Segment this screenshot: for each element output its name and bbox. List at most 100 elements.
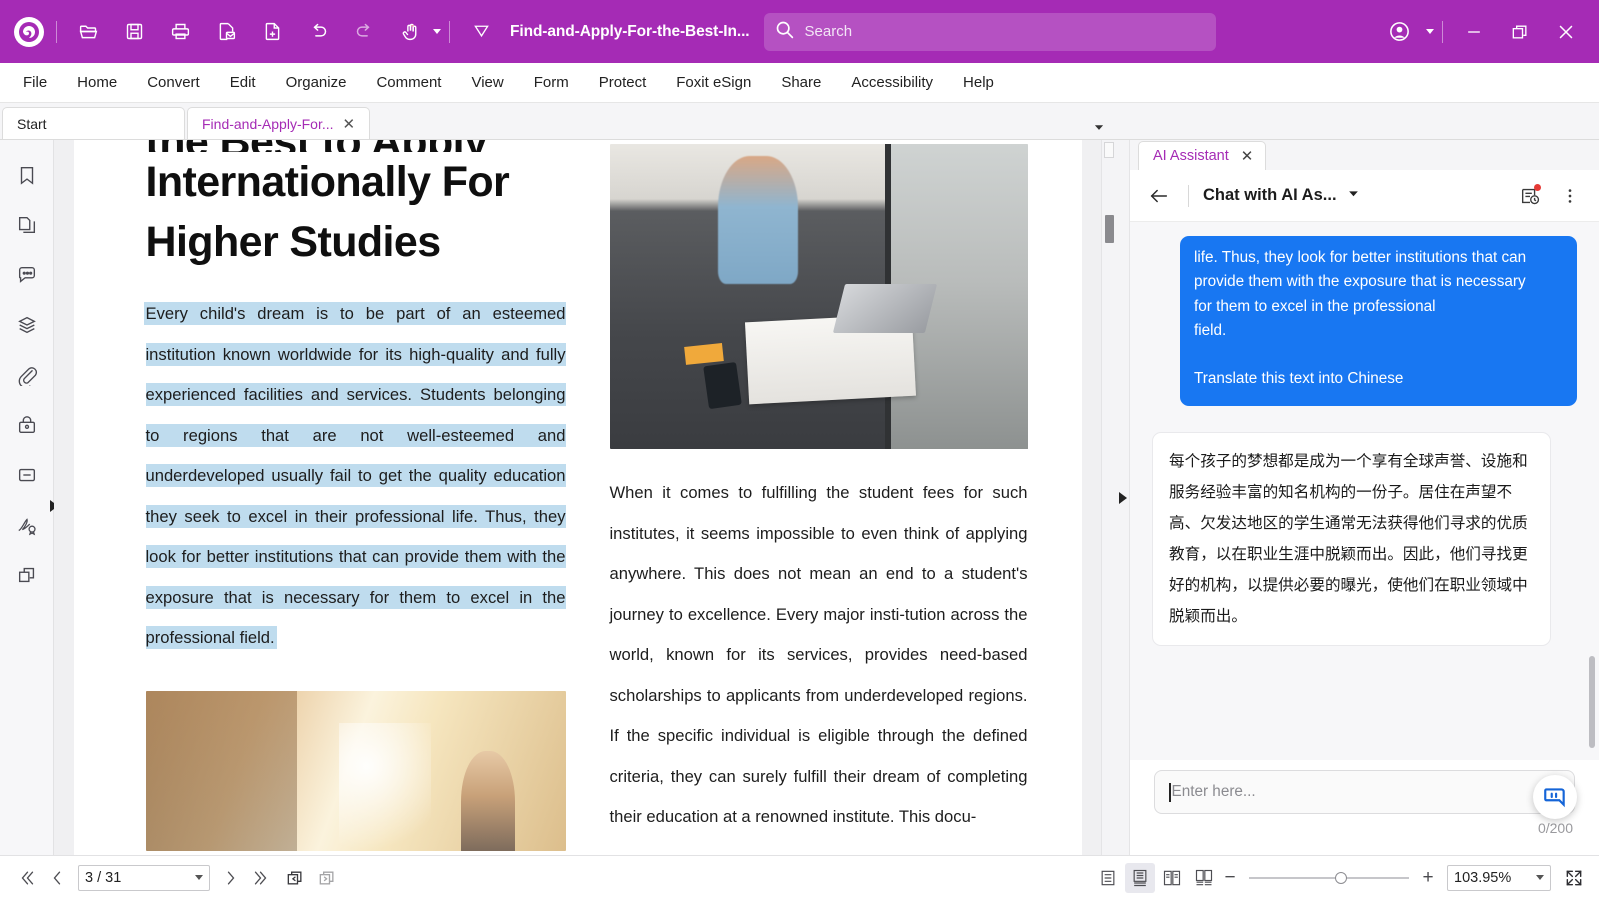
tab-document-close-icon[interactable]: ✕ bbox=[343, 117, 356, 132]
chat-bubble-icon[interactable] bbox=[1533, 775, 1577, 819]
chat-history-icon[interactable] bbox=[1515, 181, 1545, 211]
document-right-column: When it comes to fulfilling the student … bbox=[610, 140, 1028, 838]
tab-document[interactable]: Find-and-Apply-For... ✕ bbox=[187, 107, 370, 140]
document-selected-paragraph[interactable]: Every child's dream is to be part of an … bbox=[146, 294, 566, 659]
hand-tool-icon[interactable] bbox=[391, 13, 429, 51]
status-bar: 3 / 31 − bbox=[0, 855, 1599, 899]
new-document-icon[interactable] bbox=[253, 13, 291, 51]
two-page-view-icon[interactable] bbox=[1157, 863, 1187, 893]
tab-ai-assistant[interactable]: AI Assistant ✕ bbox=[1138, 141, 1266, 170]
two-page-continuous-view-icon[interactable] bbox=[1189, 863, 1219, 893]
bookmarks-icon[interactable] bbox=[10, 158, 44, 192]
menu-form[interactable]: Form bbox=[519, 68, 584, 97]
document-heading-line3: Higher Studies bbox=[146, 218, 441, 266]
menu-share[interactable]: Share bbox=[766, 68, 836, 97]
menu-bar: File Home Convert Edit Organize Comment … bbox=[0, 63, 1599, 103]
ai-panel-header: Chat with AI As... bbox=[1130, 170, 1599, 222]
undo-icon[interactable] bbox=[299, 13, 337, 51]
account-dropdown-caret[interactable] bbox=[1426, 29, 1434, 34]
page-dropdown-caret[interactable] bbox=[195, 875, 203, 880]
digital-signature-icon[interactable] bbox=[10, 508, 44, 542]
account-icon[interactable] bbox=[1380, 13, 1418, 51]
text-cursor bbox=[1169, 783, 1171, 802]
document-vertical-scrollbar[interactable] bbox=[1101, 140, 1116, 855]
next-page-icon[interactable] bbox=[216, 863, 246, 893]
quick-access-dropdown-icon[interactable] bbox=[462, 13, 500, 51]
window-controls bbox=[1376, 13, 1589, 51]
menu-help[interactable]: Help bbox=[948, 68, 1009, 97]
fullscreen-icon[interactable] bbox=[1559, 863, 1589, 893]
ai-message-input[interactable]: Enter here... bbox=[1154, 770, 1575, 814]
ai-chat-messages[interactable]: life. Thus, they look for better institu… bbox=[1130, 222, 1599, 760]
menu-home[interactable]: Home bbox=[62, 68, 132, 97]
scrollbar-thumb[interactable] bbox=[1105, 215, 1114, 243]
navigation-rail bbox=[0, 140, 54, 855]
status-bar-right-group: − + 103.95% bbox=[1093, 863, 1589, 893]
next-view-icon[interactable] bbox=[312, 863, 342, 893]
menu-foxit-esign[interactable]: Foxit eSign bbox=[661, 68, 766, 97]
history-notification-dot bbox=[1534, 184, 1541, 191]
search-input[interactable]: Search bbox=[764, 13, 1216, 51]
menu-edit[interactable]: Edit bbox=[215, 68, 271, 97]
menu-comment[interactable]: Comment bbox=[361, 68, 456, 97]
last-page-icon[interactable] bbox=[248, 863, 278, 893]
email-document-icon[interactable] bbox=[207, 13, 245, 51]
comments-icon[interactable] bbox=[10, 258, 44, 292]
minimize-icon[interactable] bbox=[1455, 13, 1493, 51]
attachments-icon[interactable] bbox=[10, 358, 44, 392]
page-thumbnails-icon[interactable] bbox=[10, 208, 44, 242]
open-file-icon[interactable] bbox=[69, 13, 107, 51]
menu-protect[interactable]: Protect bbox=[584, 68, 662, 97]
stamps-icon[interactable] bbox=[10, 558, 44, 592]
first-page-icon[interactable] bbox=[10, 863, 40, 893]
single-page-view-icon[interactable] bbox=[1093, 863, 1123, 893]
tab-overflow-chevron-down-icon[interactable] bbox=[1081, 120, 1117, 134]
foxit-logo-icon[interactable] bbox=[14, 17, 44, 47]
menu-accessibility[interactable]: Accessibility bbox=[836, 68, 948, 97]
ai-input-placeholder: Enter here... bbox=[1172, 783, 1256, 801]
redo-icon[interactable] bbox=[345, 13, 383, 51]
continuous-page-view-icon[interactable] bbox=[1125, 863, 1155, 893]
toolbar-divider-2 bbox=[449, 21, 450, 43]
document-heading-line1-clipped: the Best to Apply bbox=[146, 140, 566, 152]
menu-file[interactable]: File bbox=[8, 68, 62, 97]
ai-input-area: Enter here... 0/200 bbox=[1130, 760, 1599, 855]
chevron-down-icon[interactable] bbox=[1347, 187, 1360, 205]
zoom-slider[interactable] bbox=[1249, 877, 1409, 879]
pdf-page: the Best to Apply Internationally For Hi… bbox=[74, 140, 1082, 855]
fields-icon[interactable] bbox=[10, 458, 44, 492]
zoom-dropdown-caret[interactable] bbox=[1536, 875, 1544, 880]
ai-panel-expander[interactable] bbox=[1116, 140, 1130, 855]
back-arrow-icon[interactable] bbox=[1144, 181, 1174, 211]
hand-tool-dropdown-caret[interactable] bbox=[433, 29, 441, 34]
menu-convert[interactable]: Convert bbox=[132, 68, 215, 97]
page-number-input[interactable]: 3 / 31 bbox=[78, 865, 210, 891]
document-left-column: the Best to Apply Internationally For Hi… bbox=[146, 140, 566, 851]
zoom-slider-knob[interactable] bbox=[1335, 872, 1347, 884]
document-body-paragraph[interactable]: When it comes to fulfilling the student … bbox=[610, 473, 1028, 838]
main-content-row: the Best to Apply Internationally For Hi… bbox=[0, 140, 1599, 855]
library-student-photo bbox=[146, 691, 566, 851]
zoom-level-input[interactable]: 103.95% bbox=[1447, 865, 1551, 891]
previous-page-icon[interactable] bbox=[42, 863, 72, 893]
more-options-icon[interactable] bbox=[1555, 181, 1585, 211]
scrollbar-up-button[interactable] bbox=[1104, 142, 1114, 158]
restore-icon[interactable] bbox=[1501, 13, 1539, 51]
tab-start[interactable]: Start bbox=[2, 107, 185, 140]
security-lock-icon[interactable] bbox=[10, 408, 44, 442]
zoom-in-button[interactable]: + bbox=[1419, 867, 1437, 889]
close-icon[interactable] bbox=[1547, 13, 1585, 51]
panel-expand-left-icon bbox=[1119, 492, 1127, 504]
previous-view-icon[interactable] bbox=[280, 863, 310, 893]
ai-chat-title[interactable]: Chat with AI As... bbox=[1203, 186, 1337, 205]
menu-organize[interactable]: Organize bbox=[271, 68, 362, 97]
document-viewport[interactable]: the Best to Apply Internationally For Hi… bbox=[54, 140, 1116, 855]
ai-chat-scrollbar-thumb[interactable] bbox=[1589, 656, 1595, 748]
document-heading-line2: Internationally For bbox=[146, 158, 510, 206]
zoom-out-button[interactable]: − bbox=[1221, 867, 1239, 889]
layers-icon[interactable] bbox=[10, 308, 44, 342]
menu-view[interactable]: View bbox=[456, 68, 518, 97]
save-icon[interactable] bbox=[115, 13, 153, 51]
tab-ai-assistant-close-icon[interactable]: ✕ bbox=[1241, 147, 1254, 165]
print-icon[interactable] bbox=[161, 13, 199, 51]
